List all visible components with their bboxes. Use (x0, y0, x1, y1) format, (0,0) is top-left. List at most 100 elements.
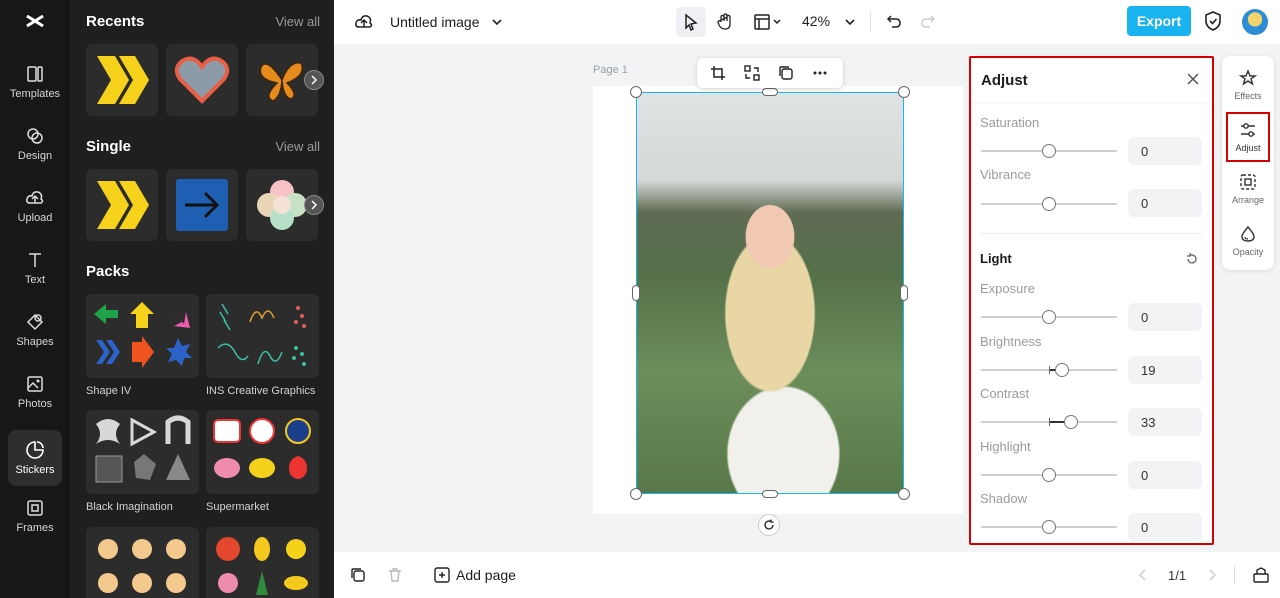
export-button[interactable]: Export (1127, 6, 1191, 36)
contrast-value-input[interactable]: 33 (1128, 408, 1202, 436)
resize-handle[interactable] (898, 488, 910, 500)
zoom-level[interactable]: 42% (802, 13, 830, 29)
user-avatar[interactable] (1242, 9, 1268, 35)
rotate-handle[interactable] (758, 514, 780, 536)
contrast-slider-knob[interactable] (1064, 415, 1078, 429)
pack-ins-creative-graphics[interactable] (206, 294, 319, 378)
resize-handle[interactable] (762, 490, 778, 498)
exposure-value-input[interactable]: 0 (1128, 303, 1202, 331)
add-page-icon (434, 567, 450, 583)
shadow-label: Shadow (980, 491, 1027, 506)
rail-templates[interactable]: Templates (0, 54, 70, 110)
resize-handle[interactable] (632, 285, 640, 301)
cloud-upload-icon[interactable] (354, 12, 374, 32)
vibrance-slider-knob[interactable] (1042, 197, 1056, 211)
layout-dropdown-button[interactable] (750, 7, 786, 37)
resize-handle[interactable] (900, 285, 908, 301)
pack-supermarket[interactable] (206, 410, 319, 494)
saturation-value-input[interactable]: 0 (1128, 137, 1202, 165)
rotate-icon (764, 519, 774, 530)
resize-handle[interactable] (898, 86, 910, 98)
more-button[interactable] (812, 65, 828, 81)
hand-icon (717, 13, 731, 30)
rail-item-label: Templates (9, 88, 61, 100)
undo-icon[interactable] (886, 13, 902, 29)
rail-item-label: Upload (17, 212, 53, 224)
tab-arrange[interactable]: Arrange (1222, 164, 1274, 214)
single-next-button[interactable] (304, 195, 324, 215)
prev-page-icon[interactable] (1138, 569, 1148, 581)
exposure-slider-knob[interactable] (1042, 310, 1056, 324)
pack-fruits[interactable] (206, 527, 319, 598)
single-view-all-link[interactable]: View all (275, 139, 320, 154)
slider-center-tick (1049, 366, 1050, 374)
rail-item-label: Frames (16, 522, 54, 534)
rail-shapes[interactable]: Shapes (0, 302, 70, 358)
rail-frames[interactable]: Frames (0, 488, 70, 544)
select-tool-button[interactable] (676, 7, 706, 37)
replace-icon (744, 65, 760, 81)
pack-black-imagination[interactable] (86, 410, 199, 494)
shield-icon[interactable] (1204, 11, 1222, 31)
floating-toolbar (697, 58, 843, 88)
duplicate-button[interactable] (778, 65, 794, 81)
add-page-label: Add page (456, 567, 516, 583)
rail-upload[interactable]: Upload (0, 178, 70, 234)
crop-button[interactable] (710, 65, 726, 81)
duplicate-page-icon[interactable] (350, 567, 366, 583)
resize-handle[interactable] (762, 88, 778, 96)
chevron-down-icon[interactable] (844, 16, 856, 28)
sticker-thumb[interactable] (86, 169, 158, 241)
templates-icon (27, 66, 43, 82)
recents-next-button[interactable] (304, 70, 324, 90)
packs-title: Packs (86, 263, 130, 280)
highlight-value-input[interactable]: 0 (1128, 461, 1202, 489)
sticker-thumb[interactable] (86, 44, 158, 116)
pack-avatars[interactable] (86, 527, 199, 598)
sticker-thumb[interactable] (166, 44, 238, 116)
chevron-down-icon[interactable] (491, 16, 503, 28)
adjust-icon (1241, 123, 1255, 137)
duplicate-icon (779, 66, 793, 80)
pages-panel-icon[interactable] (1252, 566, 1270, 584)
photos-icon (27, 376, 43, 392)
brightness-value-input[interactable]: 19 (1128, 356, 1202, 384)
document-title[interactable]: Untitled image (390, 14, 480, 30)
redo-icon[interactable] (920, 13, 936, 29)
tab-label: Arrange (1231, 195, 1265, 205)
rail-text[interactable]: Text (0, 240, 70, 296)
vibrance-value-input[interactable]: 0 (1128, 189, 1202, 217)
tab-effects[interactable]: Effects (1222, 60, 1274, 110)
rail-design[interactable]: Design (0, 116, 70, 172)
brightness-slider-knob[interactable] (1055, 363, 1069, 377)
resize-handle[interactable] (630, 86, 642, 98)
black-pack-preview-icon (95, 415, 191, 483)
butterfly-sticker-icon (259, 62, 304, 102)
rail-photos[interactable]: Photos (0, 364, 70, 420)
hand-tool-button[interactable] (710, 7, 740, 37)
next-page-icon[interactable] (1207, 569, 1217, 581)
shadow-slider-knob[interactable] (1042, 520, 1056, 534)
saturation-slider-knob[interactable] (1042, 144, 1056, 158)
shadow-value-input[interactable]: 0 (1128, 513, 1202, 541)
opacity-icon (1241, 225, 1255, 242)
tab-opacity[interactable]: Opacity (1222, 216, 1274, 266)
pack-label: INS Creative Graphics (206, 385, 316, 397)
selected-photo[interactable] (636, 92, 904, 494)
replace-button[interactable] (744, 65, 760, 81)
delete-page-icon[interactable] (387, 567, 403, 583)
reset-icon[interactable] (1185, 252, 1199, 266)
app-root: Templates Design Upload Text Shapes Phot… (0, 0, 1280, 598)
adjust-title: Adjust (981, 72, 1028, 89)
add-page-button[interactable]: Add page (434, 567, 516, 583)
highlight-slider-knob[interactable] (1042, 468, 1056, 482)
close-icon[interactable] (1186, 72, 1200, 86)
tab-adjust[interactable]: Adjust (1226, 112, 1270, 162)
stickers-panel: Recents View all Single View all Packs S… (70, 0, 334, 598)
rail-stickers[interactable]: Stickers (8, 430, 62, 486)
sticker-thumb[interactable] (166, 169, 238, 241)
rail-item-label: Photos (17, 398, 53, 410)
recents-view-all-link[interactable]: View all (275, 14, 320, 29)
resize-handle[interactable] (630, 488, 642, 500)
pack-shape-iv[interactable] (86, 294, 199, 378)
